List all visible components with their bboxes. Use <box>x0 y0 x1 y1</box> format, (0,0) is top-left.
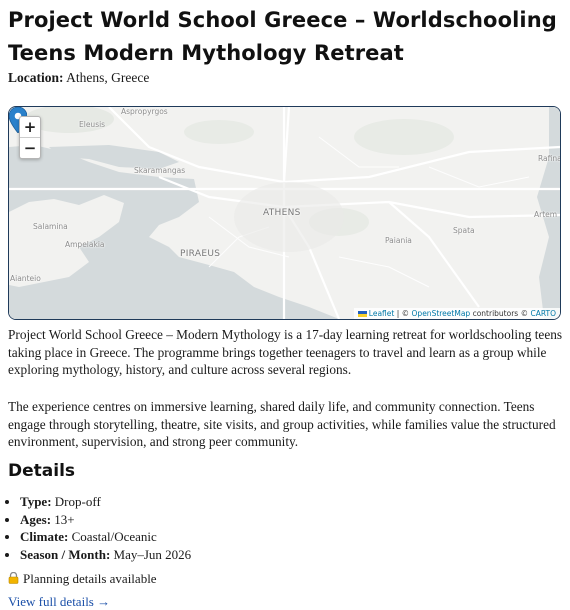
attribution-contributors: contributors © <box>472 309 529 318</box>
description-paragraph-2: The experience centres on immersive lear… <box>8 399 556 449</box>
attribution-sep: | <box>396 309 400 318</box>
zoom-control: + − <box>19 116 41 159</box>
details-label: Ages: <box>20 511 52 527</box>
place-label-athens: ATHENS <box>263 208 301 218</box>
details-heading: Details <box>8 461 76 481</box>
details-item-climate: Climate: Coastal/Oceanic <box>20 528 560 546</box>
carto-link[interactable]: CARTO <box>530 309 556 318</box>
zoom-out-button[interactable]: − <box>20 137 40 158</box>
place-label-rafina: Rafina <box>538 154 561 163</box>
osm-link[interactable]: OpenStreetMap <box>412 309 471 318</box>
zoom-in-button[interactable]: + <box>20 117 40 137</box>
planning-text: Planning details available <box>23 571 157 586</box>
place-label-spata: Spata <box>453 226 475 235</box>
details-value: May–Jun 2026 <box>113 546 192 562</box>
map-attribution: Leaflet | © OpenStreetMap contributors ©… <box>353 308 560 319</box>
location-label: Location: <box>8 70 64 85</box>
location-value: Athens, Greece <box>66 70 150 85</box>
place-label-paiania: Paiania <box>385 236 412 245</box>
details-item-ages: Ages: 13+ <box>20 511 560 529</box>
details-label: Season / Month: <box>20 546 111 562</box>
description-paragraph-1: Project World School Greece – Modern Myt… <box>8 327 563 377</box>
planning-status: Planning details available <box>8 571 157 587</box>
place-label-aianteio: Aianteio <box>10 274 41 283</box>
place-label-eleusis: Eleusis <box>79 120 106 129</box>
leaflet-link[interactable]: Leaflet <box>369 309 395 318</box>
details-value: Coastal/Oceanic <box>71 529 157 544</box>
details-item-type: Type: Drop-off <box>20 493 560 511</box>
page: Project World School Greece – Worldschoo… <box>0 0 570 609</box>
map[interactable]: Aspropyrgos Eleusis Skaramangas Salamina… <box>8 106 561 320</box>
place-label-aspropyrgos: Aspropyrgos <box>121 107 168 116</box>
place-label-piraeus: PIRAEUS <box>180 249 221 259</box>
place-label-artemis: Artem <box>534 210 558 219</box>
lock-icon <box>8 572 19 584</box>
details-value: 13+ <box>54 511 75 527</box>
details-label: Type: <box>20 494 52 509</box>
place-label-skaramangas: Skaramangas <box>134 166 186 175</box>
details-value: Drop-off <box>54 494 101 509</box>
location-line: Location: Athens, Greece <box>8 70 149 86</box>
attribution-copyright: © <box>401 309 410 318</box>
details-list: Type: Drop-off Ages: 13+ Climate: Coasta… <box>8 493 560 563</box>
page-title: Project World School Greece – Worldschoo… <box>8 8 557 65</box>
details-item-season: Season / Month: May–Jun 2026 <box>20 546 560 564</box>
details-label: Climate: <box>20 529 69 544</box>
ukraine-flag-icon <box>357 311 367 317</box>
place-label-salamina: Salamina <box>33 222 68 231</box>
place-label-ampelakia: Ampelakia <box>65 240 105 249</box>
